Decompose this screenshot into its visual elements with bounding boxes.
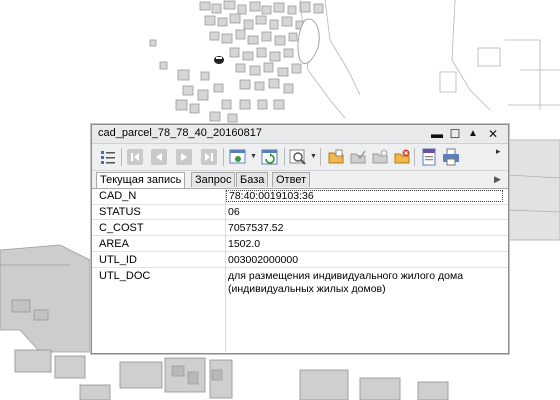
- chevron-down-icon[interactable]: ▼: [250, 153, 257, 160]
- field-name: AREA: [99, 238, 129, 250]
- next-record-icon[interactable]: [175, 148, 193, 166]
- first-record-icon[interactable]: [126, 148, 144, 166]
- attributes-window: cad_parcel_78_78_40_20160817 ▬ ☐ ▲ ✕ ▼ ▼…: [91, 124, 509, 354]
- table-row[interactable]: C_COST 7057537.52: [92, 220, 508, 236]
- titlebar[interactable]: cad_parcel_78_78_40_20160817 ▬ ☐ ▲ ✕: [92, 125, 508, 144]
- table-row[interactable]: STATUS 06: [92, 204, 508, 220]
- select-layer-icon[interactable]: [229, 148, 247, 166]
- toolbar-separator: [320, 148, 321, 166]
- field-name: UTL_ID: [99, 254, 137, 266]
- toolbar-separator: [223, 148, 224, 166]
- last-record-icon[interactable]: [200, 148, 218, 166]
- field-value[interactable]: 06: [228, 206, 498, 219]
- field-name: UTL_DOC: [99, 270, 151, 282]
- field-value[interactable]: 7057537.52: [228, 222, 498, 235]
- add-folder-icon[interactable]: [371, 148, 389, 166]
- check-edit-icon[interactable]: [349, 148, 367, 166]
- tab-answer[interactable]: Ответ: [272, 172, 311, 187]
- field-value[interactable]: для размещения индивидуального жилого до…: [228, 270, 498, 296]
- window-title: cad_parcel_78_78_40_20160817: [98, 127, 262, 139]
- list-icon[interactable]: [99, 148, 117, 166]
- print-icon[interactable]: [442, 148, 460, 166]
- close-button[interactable]: ✕: [485, 126, 501, 142]
- column-divider[interactable]: [225, 189, 226, 352]
- toolbar-separator: [284, 148, 285, 166]
- toolbar: ▼ ▼ ▸: [92, 144, 508, 171]
- field-value[interactable]: 1502.0: [228, 238, 498, 251]
- tab-strip: Текущая запись Запрос База Ответ ▶: [92, 171, 508, 189]
- zoom-to-icon[interactable]: [289, 148, 307, 166]
- collapse-button[interactable]: ▲: [465, 126, 481, 142]
- tab-current-record[interactable]: Текущая запись: [96, 172, 186, 188]
- field-name: CAD_N: [99, 190, 137, 202]
- open-folder-icon[interactable]: [327, 148, 345, 166]
- maximize-button[interactable]: ☐: [447, 126, 463, 142]
- table-row[interactable]: CAD_N 78:40:0019103:36: [92, 189, 508, 205]
- toolbar-overflow-icon[interactable]: ▸: [496, 146, 501, 157]
- tab-base[interactable]: База: [236, 172, 269, 187]
- tab-scroll-right-icon[interactable]: ▶: [494, 174, 504, 184]
- tab-query[interactable]: Запрос: [191, 172, 236, 187]
- delete-folder-icon[interactable]: [393, 148, 411, 166]
- toolbar-separator: [414, 148, 415, 166]
- field-value[interactable]: 78:40:0019103:36: [226, 190, 503, 202]
- minimize-button[interactable]: ▬: [429, 126, 445, 142]
- toolbar-separator: [121, 148, 122, 166]
- table-row[interactable]: UTL_ID 003002000000: [92, 252, 508, 268]
- chevron-down-icon[interactable]: ▼: [310, 153, 317, 160]
- field-value[interactable]: 003002000000: [228, 254, 498, 267]
- export-icon[interactable]: [420, 148, 438, 166]
- refresh-icon[interactable]: [261, 148, 279, 166]
- attribute-table: CAD_N 78:40:0019103:36 STATUS 06 C_COST …: [92, 189, 508, 352]
- previous-record-icon[interactable]: [150, 148, 168, 166]
- table-row[interactable]: AREA 1502.0: [92, 236, 508, 252]
- field-name: C_COST: [99, 222, 144, 234]
- field-name: STATUS: [99, 206, 141, 218]
- parcel-marker: [214, 56, 224, 64]
- table-row[interactable]: UTL_DOC для размещения индивидуального ж…: [92, 268, 508, 352]
